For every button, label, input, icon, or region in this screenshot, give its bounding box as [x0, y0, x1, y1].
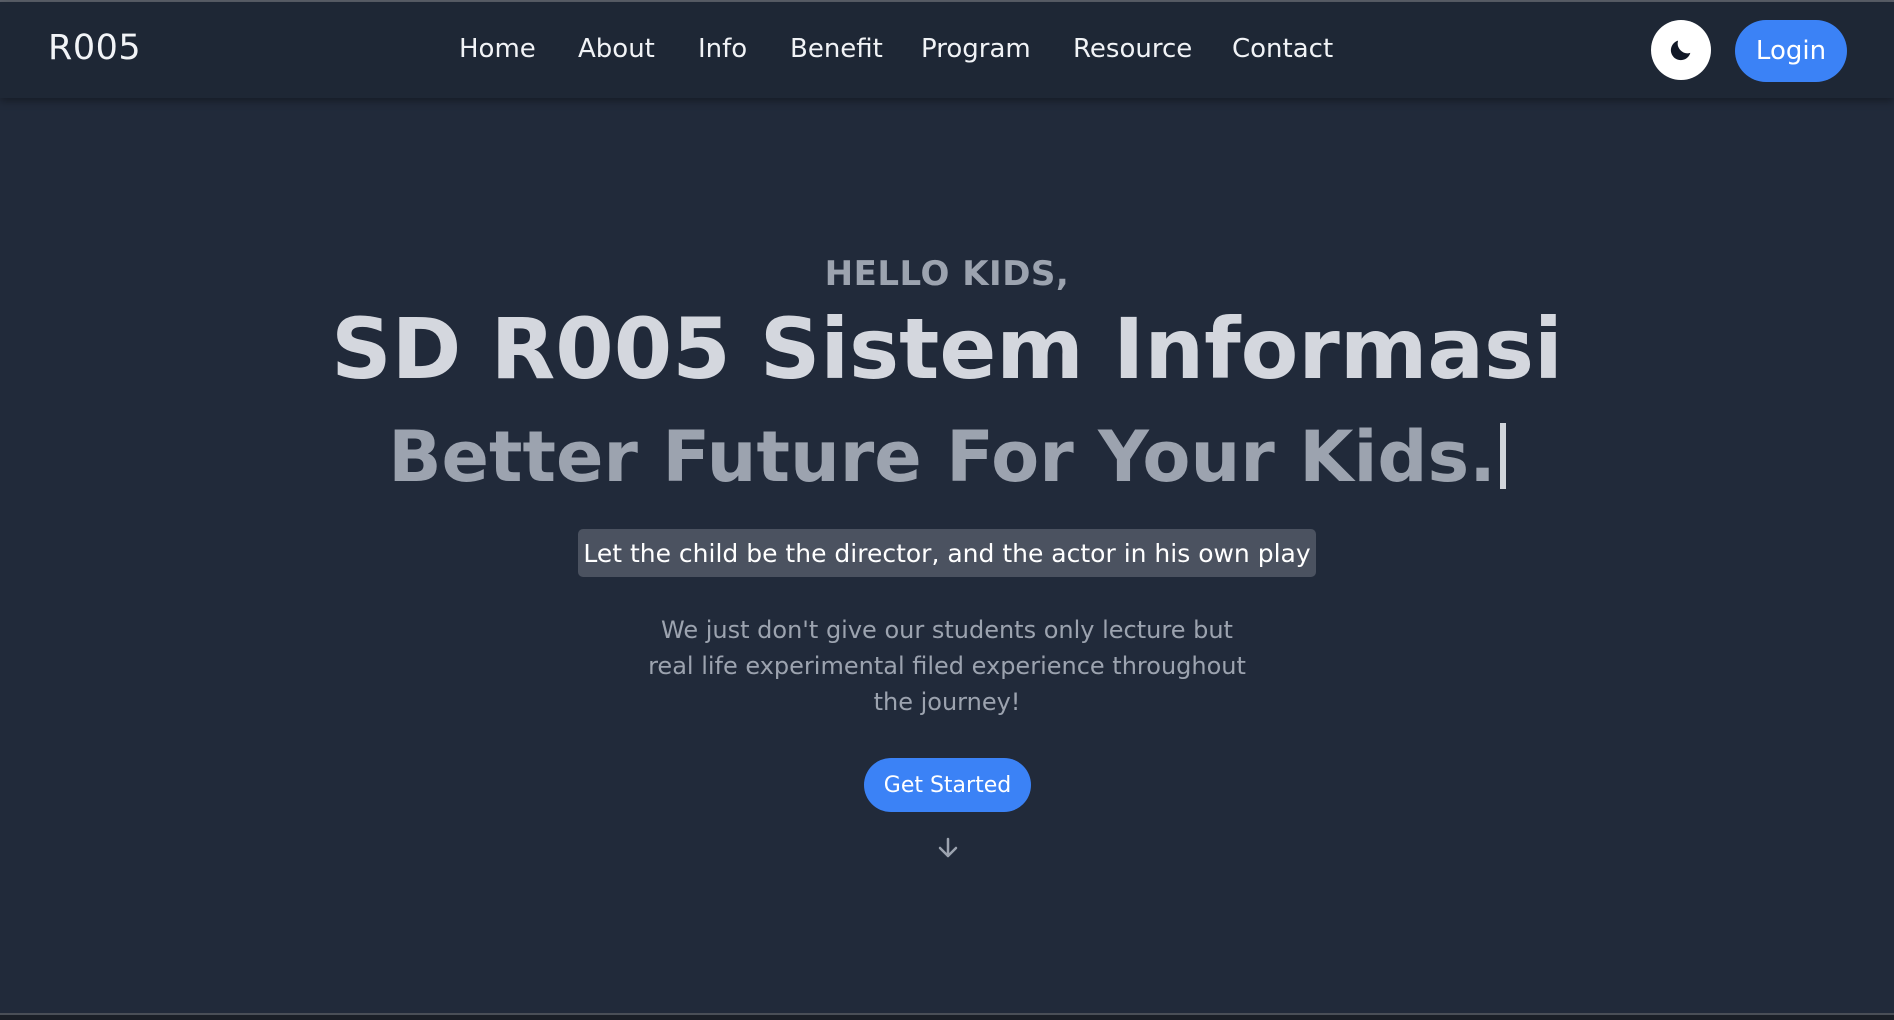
- get-started-button[interactable]: Get Started: [864, 758, 1031, 812]
- hero-title: SD R005 Sistem Informasi: [331, 300, 1563, 398]
- hero-subtitle-text: Better Future For Your Kids.: [388, 416, 1496, 498]
- quote-text: Let the child be the director, and the a…: [583, 538, 1311, 568]
- quote-banner: Let the child be the director, and the a…: [578, 529, 1316, 577]
- typing-cursor: [1499, 423, 1506, 489]
- hero-section: HELLO KIDS, SD R005 Sistem Informasi Bet…: [0, 0, 1894, 1013]
- arrow-down-icon: [938, 837, 958, 858]
- window-bottom-border: [0, 1013, 1894, 1020]
- hero-description: We just don't give our students only lec…: [648, 616, 1246, 716]
- hero-greeting: HELLO KIDS,: [824, 254, 1070, 294]
- scroll-down-button[interactable]: [936, 836, 960, 860]
- hero-subtitle: Better Future For Your Kids.: [0, 416, 1894, 498]
